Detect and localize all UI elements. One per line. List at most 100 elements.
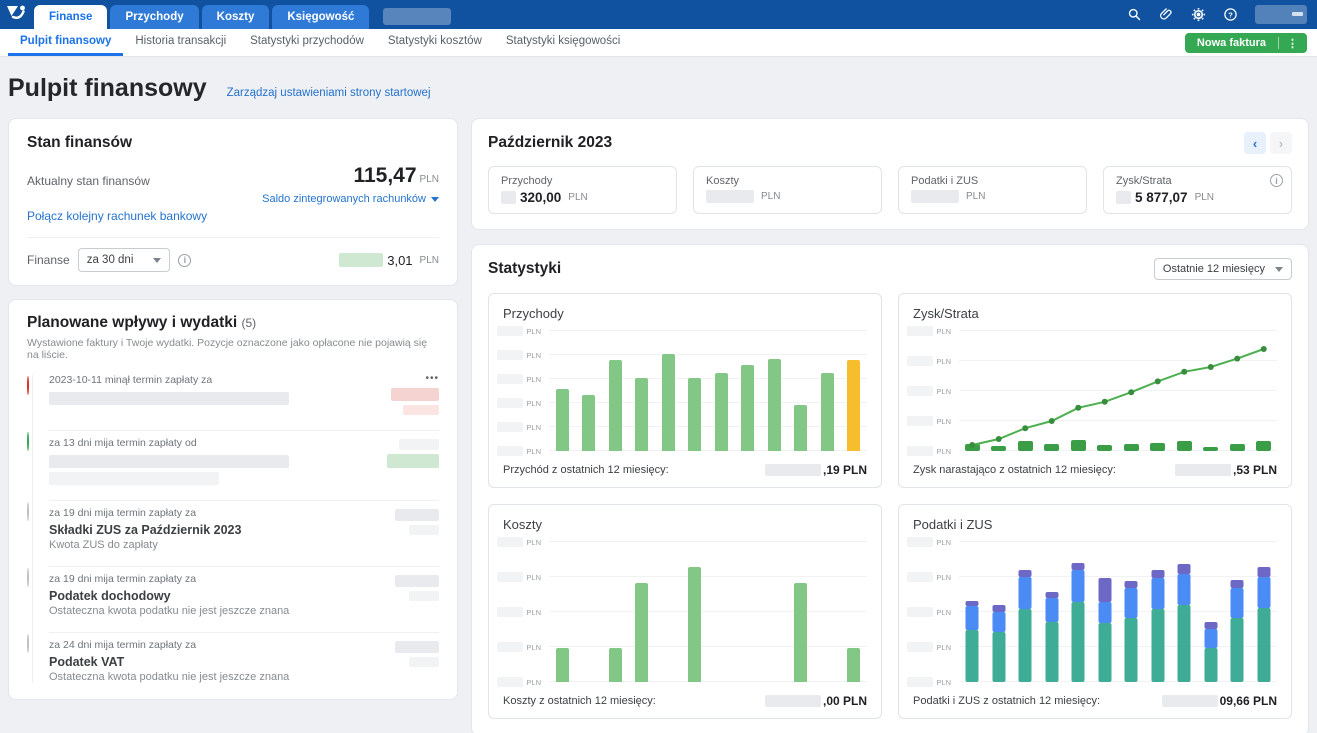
search-icon[interactable] — [1127, 7, 1142, 22]
tick-unit: PLN — [936, 572, 951, 582]
planned-item-body: za 19 dni mija termin zapłaty za Podatek … — [49, 566, 439, 623]
integrated-accounts-link[interactable]: Saldo zintegrowanych rachunków — [262, 193, 439, 205]
segment-blue — [965, 606, 979, 631]
info-icon[interactable]: i — [1270, 174, 1283, 187]
bar — [635, 377, 649, 451]
user-menu-redacted[interactable] — [1255, 5, 1307, 24]
planned-item-amount — [367, 437, 439, 485]
finance-range-select[interactable]: za 30 dni — [77, 248, 171, 272]
redacted-amount — [1161, 695, 1218, 707]
current-finance-value: 115,47 PLN — [353, 164, 439, 187]
segment-purple — [965, 600, 979, 607]
subnav-item-statystyki-przychodów[interactable]: Statystyki przychodów — [238, 29, 376, 56]
planned-list-item[interactable]: za 13 dni mija termin zapłaty od — [27, 423, 439, 493]
svg-text:?: ? — [1228, 10, 1233, 19]
bar — [688, 377, 702, 451]
redacted-amount — [764, 464, 821, 476]
month-title: Październik 2023 — [488, 134, 613, 151]
tick-unit: PLN — [526, 374, 541, 384]
y-axis-tick: PLN — [907, 446, 951, 456]
tick-unit: PLN — [526, 607, 541, 617]
planned-list-item[interactable]: za 24 dni mija termin zapłaty za Podatek … — [27, 625, 439, 691]
stats-range-select[interactable]: Ostatnie 12 miesięcy — [1153, 258, 1292, 280]
new-invoice-button[interactable]: Nowa faktura ⋮ — [1184, 33, 1307, 53]
tick-unit: PLN — [526, 572, 541, 582]
help-icon[interactable]: ? — [1223, 7, 1238, 22]
planned-item-date: za 24 dni mija termin zapłaty za — [49, 639, 197, 651]
planned-item-subtitle: Ostateczna kwota podatku nie jest jeszcz… — [49, 671, 290, 683]
previous-month-button[interactable]: ‹ — [1244, 132, 1266, 154]
redacted-amount — [911, 190, 959, 203]
tab-przychody[interactable]: Przychody — [110, 5, 199, 29]
subnav-item-historia-transakcji[interactable]: Historia transakcji — [123, 29, 238, 56]
redacted-tick-value — [497, 607, 524, 617]
planned-item-amount: ••• — [367, 374, 439, 415]
paperclip-icon[interactable] — [1159, 7, 1174, 22]
gear-icon[interactable] — [1191, 7, 1206, 22]
bar — [555, 388, 569, 451]
bar-slot — [602, 331, 629, 451]
segment-purple — [1071, 563, 1085, 570]
redacted-tick-value — [907, 356, 934, 366]
bar-slot — [576, 542, 603, 682]
next-month-button[interactable]: › — [1270, 132, 1292, 154]
bar-row — [959, 542, 1277, 682]
segment-teal — [1045, 621, 1059, 682]
infakt-logo[interactable] — [6, 4, 28, 26]
connect-bank-link[interactable]: Połącz kolejny rachunek bankowy — [27, 209, 207, 223]
redacted-amount — [395, 575, 439, 587]
tick-unit: PLN — [526, 677, 541, 687]
tick-unit: PLN — [936, 537, 951, 547]
planned-item-amount — [367, 573, 439, 617]
company-name-redacted[interactable] — [383, 8, 452, 25]
redacted-digits — [501, 191, 516, 204]
planned-item-title: Podatek VAT — [49, 655, 125, 669]
startpage-settings-link[interactable]: Zarządzaj ustawieniami strony startowej — [227, 87, 431, 99]
segment-teal — [1124, 617, 1138, 682]
segment-teal — [1204, 648, 1218, 682]
month-card-label: Koszty — [706, 175, 740, 187]
redacted-tick-value — [497, 350, 524, 360]
bar-slot — [708, 542, 735, 682]
y-axis-tick: PLN — [497, 326, 541, 336]
y-axis-tick: PLN — [907, 607, 951, 617]
bar-row — [549, 331, 867, 451]
planned-list-item[interactable]: 2023-10-11 minął termin zapłaty za ••• — [27, 367, 439, 423]
redacted-title — [49, 455, 289, 468]
planned-title: Planowane wpływy i wydatki (5) — [27, 314, 257, 331]
segment-blue — [1177, 574, 1191, 605]
redacted-digits — [1116, 191, 1131, 204]
month-card-zysk-strata[interactable]: Zysk/Strata 5 877,07 PLN i — [1103, 166, 1292, 214]
tab-koszty[interactable]: Koszty — [201, 5, 270, 29]
redacted-tick-value — [497, 326, 524, 336]
tab-księgowość[interactable]: Księgowość — [272, 5, 370, 29]
redacted-tick-value — [497, 374, 524, 384]
segment-purple — [1151, 570, 1165, 579]
item-menu-icon[interactable]: ••• — [425, 374, 439, 384]
tab-finanse[interactable]: Finanse — [34, 5, 108, 29]
redacted-tick-value — [907, 642, 934, 652]
planned-list-item[interactable]: za 19 dni mija termin zapłaty za Składki … — [27, 493, 439, 559]
bar-slot — [708, 331, 735, 451]
costs-chart: Koszty PLN PLN PLN PLN PLN Koszty z ostatnic… — [488, 504, 882, 719]
redacted-tick-value — [907, 572, 934, 582]
segment-teal — [1018, 609, 1032, 682]
redacted-amount — [395, 509, 439, 521]
month-card-value: 5 877,07 PLN — [1116, 190, 1279, 205]
subnav-item-statystyki-kosztów[interactable]: Statystyki kosztów — [376, 29, 494, 56]
topbar: Finanse Przychody Koszty Księgowość ? — [0, 0, 1317, 29]
status-dot — [27, 502, 29, 521]
bar-slot — [761, 542, 788, 682]
month-card-koszty[interactable]: Koszty PLN — [693, 166, 882, 214]
month-card-przychody[interactable]: Przychody 320,00 PLN — [488, 166, 677, 214]
status-circle-icon — [27, 566, 49, 623]
info-icon[interactable]: i — [178, 253, 192, 267]
new-invoice-more-icon[interactable]: ⋮ — [1279, 37, 1307, 50]
subnav-item-pulpit-finansowy[interactable]: Pulpit finansowy — [8, 29, 124, 56]
subnav-item-statystyki-księgowości[interactable]: Statystyki księgowości — [494, 29, 632, 56]
stacked-bar-slot — [1092, 542, 1119, 682]
month-card-podatki-i-zus[interactable]: Podatki i ZUS PLN — [898, 166, 1087, 214]
segment-blue — [992, 612, 1006, 632]
planned-list-item[interactable]: za 19 dni mija termin zapłaty za Podatek … — [27, 559, 439, 625]
status-dot — [27, 634, 29, 653]
